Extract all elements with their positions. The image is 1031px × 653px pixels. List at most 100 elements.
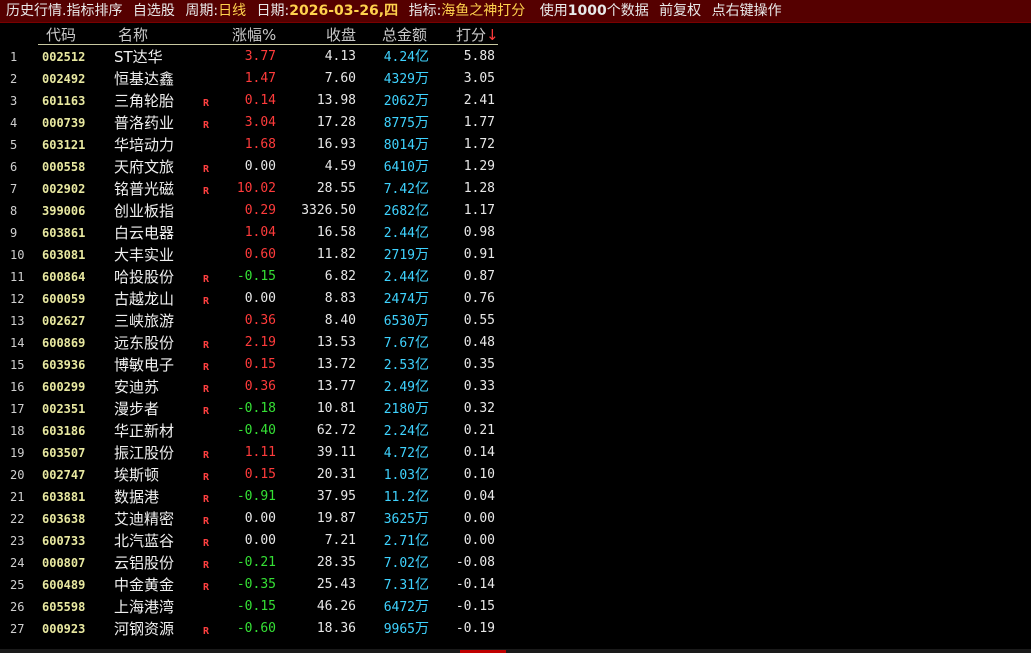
- total-amount: 2.24亿: [362, 420, 429, 443]
- close-price: 16.58: [316, 225, 356, 240]
- date-key: 日期:: [256, 3, 290, 19]
- amount-unit: 亿: [415, 445, 429, 461]
- row-index: 26: [10, 600, 25, 614]
- stock-code: 603121: [42, 138, 86, 152]
- table-row[interactable]: 21 603881 数据港 R -0.91 37.95 11.2亿 0.04: [0, 486, 1031, 508]
- row-index: 22: [10, 512, 25, 526]
- stock-name: 白云电器: [114, 224, 175, 242]
- amount-unit: 万: [415, 291, 429, 307]
- change-percent: 1.68: [244, 137, 276, 152]
- table-row[interactable]: 17 002351 漫步者 R -0.18 10.81 2180万 0.32: [0, 398, 1031, 420]
- amount-value: 7.42: [383, 182, 415, 197]
- table-row[interactable]: 24 000807 云铝股份 R -0.21 28.35 7.02亿 -0.08: [0, 552, 1031, 574]
- table-row[interactable]: 23 600733 北汽蓝谷 R 0.00 7.21 2.71亿 0.00: [0, 530, 1031, 552]
- score: 0.21: [463, 423, 495, 438]
- amount-unit: 亿: [415, 467, 429, 483]
- change-percent: 0.60: [244, 247, 276, 262]
- row-index: 3: [10, 94, 18, 108]
- table-row[interactable]: 1 002512 ST达华 3.77 4.13 4.24亿 5.88: [0, 46, 1031, 68]
- period-value[interactable]: 日线: [218, 3, 246, 19]
- amount-unit: 亿: [415, 555, 429, 571]
- table-row[interactable]: 20 002747 埃斯顿 R 0.15 20.31 1.03亿 0.10: [0, 464, 1031, 486]
- bottom-scrollbar[interactable]: [0, 649, 1031, 653]
- stock-code: 603936: [42, 358, 86, 372]
- table-row[interactable]: 4 000739 普洛药业 R 3.04 17.28 8775万 1.77: [0, 112, 1031, 134]
- stock-code: 600299: [42, 380, 86, 394]
- table-row[interactable]: 2 002492 恒基达鑫 1.47 7.60 4329万 3.05: [0, 68, 1031, 90]
- close-price: 19.87: [316, 511, 356, 526]
- table-row[interactable]: 22 603638 艾迪精密 R 0.00 19.87 3625万 0.00: [0, 508, 1031, 530]
- amount-value: 7.31: [383, 578, 415, 593]
- hint-label: 点右键操作: [711, 3, 782, 19]
- table-row[interactable]: 5 603121 华培动力 1.68 16.93 8014万 1.72: [0, 134, 1031, 156]
- close-price: 3326.50: [301, 203, 356, 218]
- table-row[interactable]: 26 605598 上海港湾 -0.15 46.26 6472万 -0.15: [0, 596, 1031, 618]
- close-price: 11.82: [316, 247, 356, 262]
- table-row[interactable]: 9 603861 白云电器 1.04 16.58 2.44亿 0.98: [0, 222, 1031, 244]
- change-percent: 0.00: [244, 291, 276, 306]
- table-row[interactable]: 18 603186 华正新材 -0.40 62.72 2.24亿 0.21: [0, 420, 1031, 442]
- close-price: 39.11: [316, 445, 356, 460]
- indicator-value[interactable]: 海鱼之神打分: [441, 3, 525, 19]
- header-amount[interactable]: 总金额: [382, 24, 427, 46]
- stock-name: 大丰实业: [114, 246, 175, 264]
- stock-code: 603507: [42, 446, 86, 460]
- header-change[interactable]: 涨幅%: [232, 24, 276, 46]
- score: 0.14: [463, 445, 495, 460]
- total-amount: 11.2亿: [362, 486, 429, 509]
- close-price: 17.28: [316, 115, 356, 130]
- header-score[interactable]: 打分↓: [456, 24, 499, 46]
- total-amount: 2682亿: [362, 200, 429, 223]
- date-value[interactable]: 2026-03-26,四: [289, 3, 398, 19]
- stock-code: 600059: [42, 292, 86, 306]
- total-amount: 2474万: [362, 288, 429, 311]
- total-amount: 2.44亿: [362, 222, 429, 245]
- stock-name: ST达华: [114, 48, 163, 66]
- row-index: 18: [10, 424, 25, 438]
- table-row[interactable]: 16 600299 安迪苏 R 0.36 13.77 2.49亿 0.33: [0, 376, 1031, 398]
- amount-unit: 万: [415, 247, 429, 263]
- score: -0.14: [455, 577, 495, 592]
- row-index: 4: [10, 116, 18, 130]
- score: 0.32: [463, 401, 495, 416]
- row-index: 9: [10, 226, 18, 240]
- header-close[interactable]: 收盘: [326, 24, 356, 46]
- row-index: 1: [10, 50, 18, 64]
- table-row[interactable]: 25 600489 中金黄金 R -0.35 25.43 7.31亿 -0.14: [0, 574, 1031, 596]
- amount-unit: 万: [415, 621, 429, 637]
- table-row[interactable]: 14 600869 远东股份 R 2.19 13.53 7.67亿 0.48: [0, 332, 1031, 354]
- stock-name: 恒基达鑫: [114, 70, 175, 88]
- score: 1.17: [463, 203, 495, 218]
- table-row[interactable]: 10 603081 大丰实业 0.60 11.82 2719万 0.91: [0, 244, 1031, 266]
- amount-value: 7.67: [383, 336, 415, 351]
- total-amount: 6472万: [362, 596, 429, 619]
- table-row[interactable]: 13 002627 三峡旅游 0.36 8.40 6530万 0.55: [0, 310, 1031, 332]
- table-row[interactable]: 3 601163 三角轮胎 R 0.14 13.98 2062万 2.41: [0, 90, 1031, 112]
- table-row[interactable]: 6 000558 天府文旅 R 0.00 4.59 6410万 1.29: [0, 156, 1031, 178]
- table-row[interactable]: 15 603936 博敏电子 R 0.15 13.72 2.53亿 0.35: [0, 354, 1031, 376]
- amount-value: 2474: [383, 292, 415, 307]
- use-count: 1000: [567, 3, 607, 19]
- table-row[interactable]: 8 399006 创业板指 0.29 3326.50 2682亿 1.17: [0, 200, 1031, 222]
- table-row[interactable]: 19 603507 振江股份 R 1.11 39.11 4.72亿 0.14: [0, 442, 1031, 464]
- row-index: 21: [10, 490, 25, 504]
- change-percent: -0.15: [236, 599, 276, 614]
- sort-label[interactable]: 指标排序: [66, 3, 122, 19]
- amount-unit: 万: [415, 115, 429, 131]
- table-row[interactable]: 11 600864 哈投股份 R -0.15 6.82 2.44亿 0.87: [0, 266, 1031, 288]
- stock-code: 000807: [42, 556, 86, 570]
- row-index: 15: [10, 358, 25, 372]
- amount-unit: 亿: [415, 577, 429, 593]
- header-code[interactable]: 代码: [46, 24, 76, 46]
- table-row[interactable]: 12 600059 古越龙山 R 0.00 8.83 2474万 0.76: [0, 288, 1031, 310]
- adjust-label[interactable]: 前复权: [659, 3, 701, 19]
- table-row[interactable]: 27 000923 河钢资源 R -0.60 18.36 9965万 -0.19: [0, 618, 1031, 640]
- total-amount: 4.24亿: [362, 46, 429, 69]
- pool-label[interactable]: 自选股: [133, 3, 175, 19]
- header-name[interactable]: 名称: [118, 24, 148, 46]
- score: 0.87: [463, 269, 495, 284]
- score: 0.48: [463, 335, 495, 350]
- history-label[interactable]: 历史行情: [6, 3, 62, 19]
- table-row[interactable]: 7 002902 铭普光磁 R 10.02 28.55 7.42亿 1.28: [0, 178, 1031, 200]
- close-price: 4.59: [324, 159, 356, 174]
